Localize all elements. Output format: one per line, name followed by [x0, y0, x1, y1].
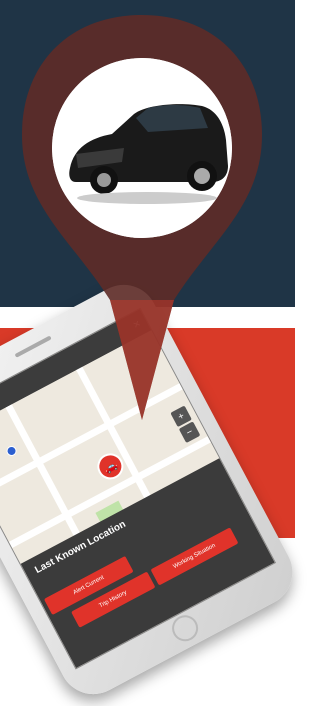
car-photo-circle: [52, 58, 232, 238]
current-location-dot: [4, 444, 19, 458]
working-situation-button[interactable]: Working Situation: [150, 527, 239, 586]
car-icon: [52, 58, 232, 238]
phone-speaker: [14, 335, 52, 359]
close-icon[interactable]: ✕: [125, 315, 148, 334]
